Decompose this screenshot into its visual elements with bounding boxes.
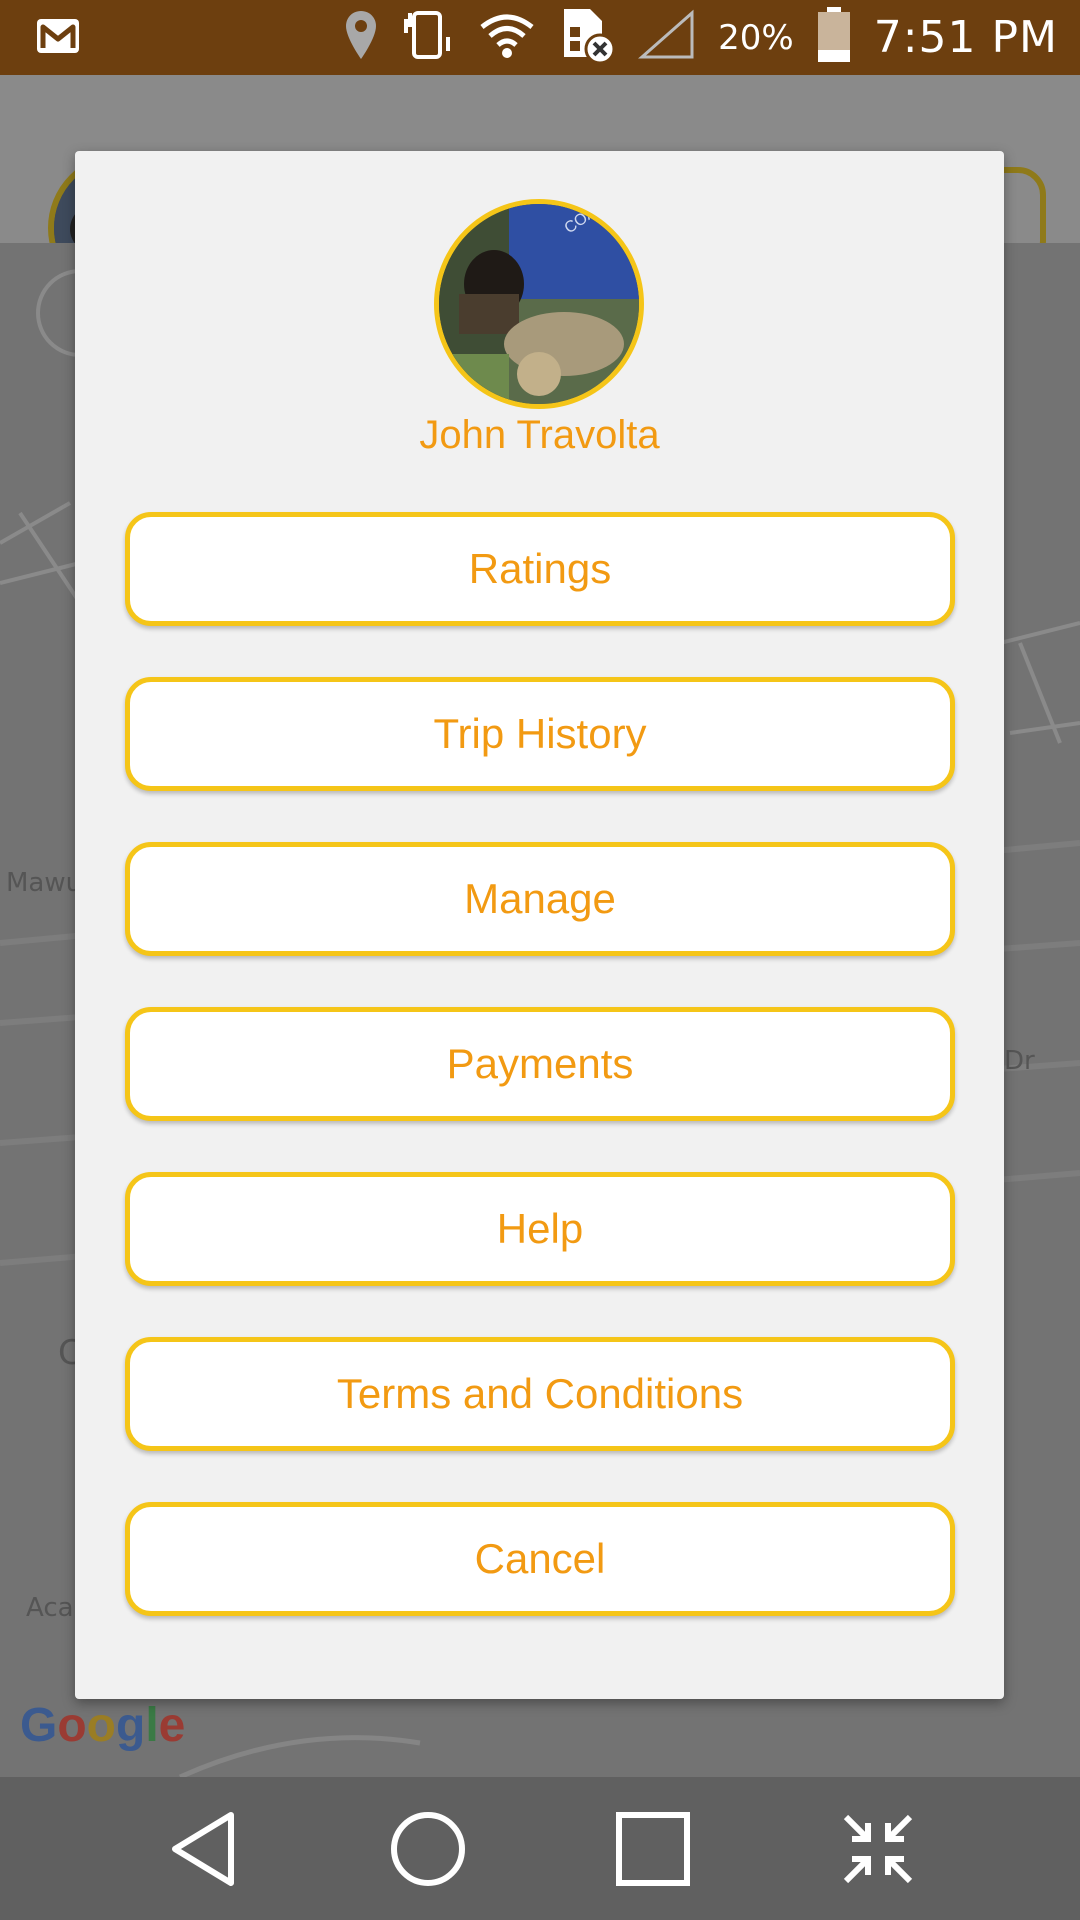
map-label: Dr — [1004, 1046, 1035, 1076]
navigation-bar — [0, 1777, 1080, 1920]
wifi-icon — [478, 11, 536, 64]
vibrate-icon — [400, 7, 456, 68]
location-icon — [344, 9, 378, 66]
payments-button[interactable]: Payments — [125, 1007, 955, 1121]
battery-percent: 20% — [718, 17, 794, 58]
home-icon[interactable] — [383, 1804, 473, 1894]
recents-icon[interactable] — [608, 1804, 698, 1894]
battery-icon — [816, 6, 852, 69]
gmail-icon — [36, 18, 80, 59]
signal-icon — [638, 9, 696, 66]
terms-and-conditions-button[interactable]: Terms and Conditions — [125, 1337, 955, 1451]
ratings-button[interactable]: Ratings — [125, 512, 955, 626]
collapse-icon[interactable] — [833, 1804, 923, 1894]
profile-name: John Travolta — [419, 413, 660, 457]
status-bar: 20% 7:51 PM — [0, 0, 1080, 75]
clock: 7:51 PM — [873, 12, 1058, 63]
help-button[interactable]: Help — [125, 1172, 955, 1286]
google-attribution: Google — [20, 1699, 186, 1752]
back-icon[interactable] — [158, 1804, 248, 1894]
profile-menu-dialog: COA John Travolta Ratings Trip History M… — [75, 151, 1004, 1699]
map-label: Aca — [26, 1593, 74, 1623]
profile-avatar[interactable]: COA — [434, 199, 644, 409]
sim-icon — [558, 5, 616, 70]
map-label: Mawu — [6, 868, 83, 898]
manage-button[interactable]: Manage — [125, 842, 955, 956]
trip-history-button[interactable]: Trip History — [125, 677, 955, 791]
cancel-button[interactable]: Cancel — [125, 1502, 955, 1616]
